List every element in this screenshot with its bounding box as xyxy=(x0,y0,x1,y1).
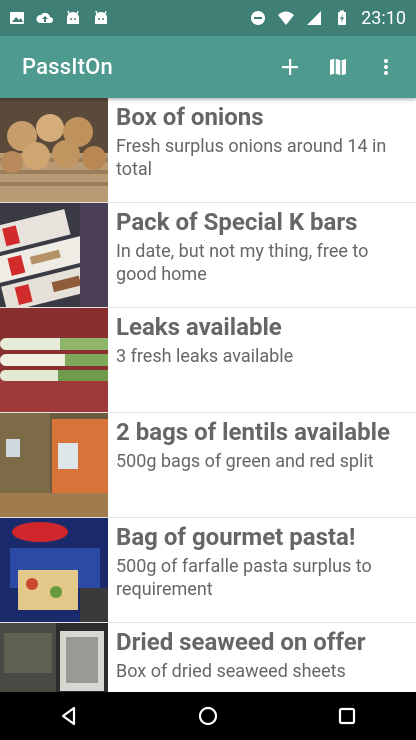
item-title: Leaks available xyxy=(116,313,282,341)
list-item-text: Dried seaweed on offer Box of dried seaw… xyxy=(108,623,416,692)
item-description: Box of dried seaweed sheets xyxy=(116,661,346,682)
list-item[interactable]: Pack of Special K bars In date, but not … xyxy=(0,203,416,308)
lentils-photo xyxy=(0,413,108,517)
list-item-text: Pack of Special K bars In date, but not … xyxy=(108,203,416,307)
android-icon xyxy=(92,9,110,27)
overflow-menu-button[interactable] xyxy=(372,53,400,81)
more-vert-icon xyxy=(384,59,388,75)
system-icons: 23:10 xyxy=(249,8,406,29)
item-title: Box of onions xyxy=(116,103,264,131)
recents-button[interactable] xyxy=(323,692,371,740)
app-title: PassItOn xyxy=(22,54,113,80)
add-icon xyxy=(282,59,298,75)
list-item[interactable]: Dried seaweed on offer Box of dried seaw… xyxy=(0,623,416,692)
add-button[interactable] xyxy=(276,53,304,81)
item-description: 500g of farfalle pasta surplus to requir… xyxy=(116,556,372,600)
status-bar: 23:10 xyxy=(0,0,416,36)
android-icon xyxy=(64,9,82,27)
home-icon xyxy=(198,706,218,726)
leeks-photo xyxy=(0,308,108,412)
seaweed-photo xyxy=(0,623,108,692)
clock: 23:10 xyxy=(361,7,406,29)
map-icon xyxy=(330,58,346,76)
onions-photo xyxy=(0,98,108,202)
app-actions xyxy=(276,53,400,81)
item-title: Pack of Special K bars xyxy=(116,208,358,236)
item-description: 3 fresh leaks available xyxy=(116,346,294,367)
list-item[interactable]: 2 bags of lentils available 500g bags of… xyxy=(0,413,416,518)
list-item[interactable]: Bag of gourmet pasta! 500g of farfalle p… xyxy=(0,518,416,623)
list-item-text: Leaks available 3 fresh leaks available xyxy=(108,308,416,412)
pasta-photo xyxy=(0,518,108,622)
image-icon xyxy=(8,9,26,27)
list-item[interactable]: Box of onions Fresh surplus onions aroun… xyxy=(0,98,416,203)
do-not-disturb-icon xyxy=(249,9,267,27)
back-icon xyxy=(62,706,76,726)
wifi-icon xyxy=(277,9,295,27)
cereal-bars-photo xyxy=(0,203,108,307)
offer-list: Box of onions Fresh surplus onions aroun… xyxy=(0,98,416,692)
item-description: 500g bags of green and red split xyxy=(116,451,374,472)
list-item-text: Bag of gourmet pasta! 500g of farfalle p… xyxy=(108,518,416,622)
item-title: 2 bags of lentils available xyxy=(116,418,390,446)
item-title: Bag of gourmet pasta! xyxy=(116,523,356,551)
item-description: Fresh surplus onions around 14 in total xyxy=(116,136,387,180)
navigation-bar xyxy=(0,692,416,740)
back-button[interactable] xyxy=(45,692,93,740)
notification-icons xyxy=(8,9,110,27)
cloud-upload-icon xyxy=(36,9,54,27)
map-button[interactable] xyxy=(324,53,352,81)
item-title: Dried seaweed on offer xyxy=(116,628,366,656)
battery-charging-icon xyxy=(333,9,351,27)
list-item-text: Box of onions Fresh surplus onions aroun… xyxy=(108,98,416,202)
app-bar: PassItOn xyxy=(0,36,416,98)
signal-icon xyxy=(305,9,323,27)
item-description: In date, but not my thing, free to good … xyxy=(116,241,369,285)
list-item[interactable]: Leaks available 3 fresh leaks available xyxy=(0,308,416,413)
list-item-text: 2 bags of lentils available 500g bags of… xyxy=(108,413,416,517)
recents-icon xyxy=(338,707,355,725)
home-button[interactable] xyxy=(184,692,232,740)
